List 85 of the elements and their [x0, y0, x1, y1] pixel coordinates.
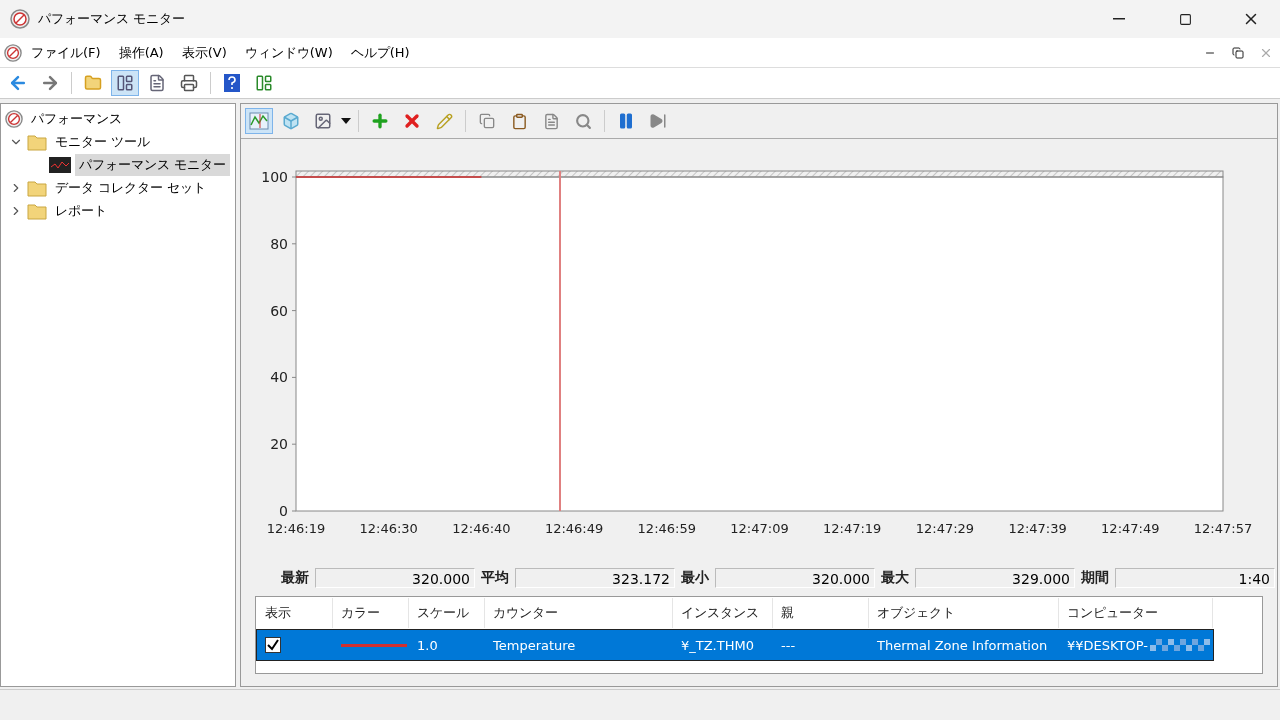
folder-icon: [27, 178, 47, 198]
table-cell: Thermal Zone Information: [877, 637, 1048, 653]
folder-icon: [84, 74, 102, 92]
y-tick-label: 0: [279, 503, 288, 519]
help-icon: [224, 74, 240, 92]
stat-value: 320.000: [315, 568, 475, 588]
x-tick-label: 12:47:39: [1008, 521, 1067, 536]
folder-icon: [27, 132, 47, 152]
column-header[interactable]: オブジェクト: [869, 598, 1059, 628]
back-icon: [8, 73, 28, 93]
app-icon: [10, 9, 30, 29]
table-cell: ¥¥DESKTOP-: [1067, 637, 1148, 653]
stat-label: 最新: [281, 569, 309, 587]
mosaic-icon: [1149, 639, 1212, 651]
tree-item[interactable]: パフォーマンス: [27, 108, 126, 130]
cube-icon: [282, 112, 300, 130]
window-title: パフォーマンス モニター: [38, 10, 187, 28]
tree-item[interactable]: レポート: [51, 200, 111, 222]
print-icon: [180, 74, 198, 92]
document-icon: [148, 74, 166, 92]
stat-label: 最小: [681, 569, 709, 587]
paste-icon: [510, 112, 528, 130]
x-tick-label: 12:46:19: [266, 521, 326, 536]
x-tick-label: 12:46:30: [359, 521, 418, 536]
maximize-icon: [1178, 12, 1192, 26]
table-cell: Temperature: [493, 637, 576, 653]
menu-item[interactable]: 表示(V): [172, 43, 236, 62]
forward-icon: [40, 73, 60, 93]
column-header[interactable]: 親: [773, 598, 869, 628]
menu-item[interactable]: 操作(A): [109, 43, 173, 62]
folder-icon: [27, 201, 47, 221]
tree-item[interactable]: モニター ツール: [51, 131, 155, 153]
panel-icon: [255, 74, 273, 92]
x-tick-label: 12:47:49: [1101, 521, 1160, 536]
stat-label: 平均: [481, 569, 509, 587]
graph-icon: [49, 157, 71, 173]
stat-label: 期間: [1081, 569, 1109, 587]
counter-row[interactable]: 1.0 Temperature ¥_TZ.THM0 --- Thermal Zone Information ¥¥DESKTOP-: [256, 629, 1214, 661]
y-tick-label: 20: [270, 436, 288, 453]
menu-item[interactable]: ファイル(F): [22, 43, 110, 62]
toolbar-button[interactable]: [111, 70, 139, 96]
column-header[interactable]: カウンター: [485, 598, 673, 628]
tree-item[interactable]: パフォーマンス モニター: [75, 154, 231, 176]
app-icon: [5, 110, 23, 128]
zoom-icon: [574, 112, 592, 130]
x-tick-label: 12:46:59: [637, 521, 696, 536]
column-header[interactable]: 表示: [257, 598, 333, 628]
stat-label: 最大: [881, 569, 909, 587]
x-tick-label: 12:47:09: [730, 521, 789, 536]
step-icon: [649, 112, 667, 130]
column-header[interactable]: インスタンス: [673, 598, 773, 628]
x-tick-label: 12:46:49: [544, 521, 604, 536]
y-tick-label: 80: [270, 235, 288, 252]
tree-item[interactable]: データ コレクター セット: [51, 177, 211, 199]
copy-icon: [479, 113, 495, 129]
checkbox[interactable]: [265, 637, 281, 653]
y-tick-label: 60: [270, 302, 288, 319]
table-cell: ¥_TZ.THM0: [681, 637, 754, 653]
stat-value: 320.000: [715, 568, 875, 588]
app-icon: [4, 43, 22, 62]
menu-item[interactable]: ウィンドウ(W): [235, 43, 342, 62]
table-cell: 1.0: [417, 637, 438, 653]
stat-value: 1:40: [1115, 568, 1275, 588]
x-tick-label: 12:46:40: [452, 521, 511, 536]
x-tick-label: 12:47:19: [823, 521, 882, 536]
column-header[interactable]: コンピューター: [1059, 598, 1213, 628]
delete-icon: [402, 111, 422, 131]
add-icon: [370, 111, 390, 131]
column-header[interactable]: スケール: [409, 598, 485, 628]
line-graph-icon: [249, 112, 269, 130]
table-cell: ---: [781, 637, 796, 653]
dropdown-icon[interactable]: [341, 118, 351, 124]
x-tick-label: 12:47:57: [1193, 521, 1253, 536]
stat-value: 323.172: [515, 568, 675, 588]
y-tick-label: 40: [270, 369, 288, 386]
column-header[interactable]: カラー: [333, 598, 409, 628]
menu-item[interactable]: ヘルプ(H): [341, 43, 419, 62]
pause-icon: [617, 112, 635, 130]
x-tick-label: 12:47:29: [915, 521, 975, 536]
minimize-icon: [1113, 18, 1125, 20]
toolbar-button[interactable]: [245, 108, 273, 134]
y-tick-label: 100: [261, 169, 288, 185]
panel-icon: [116, 74, 134, 92]
restore-icon: [1232, 46, 1244, 59]
stat-value: 329.000: [915, 568, 1075, 588]
